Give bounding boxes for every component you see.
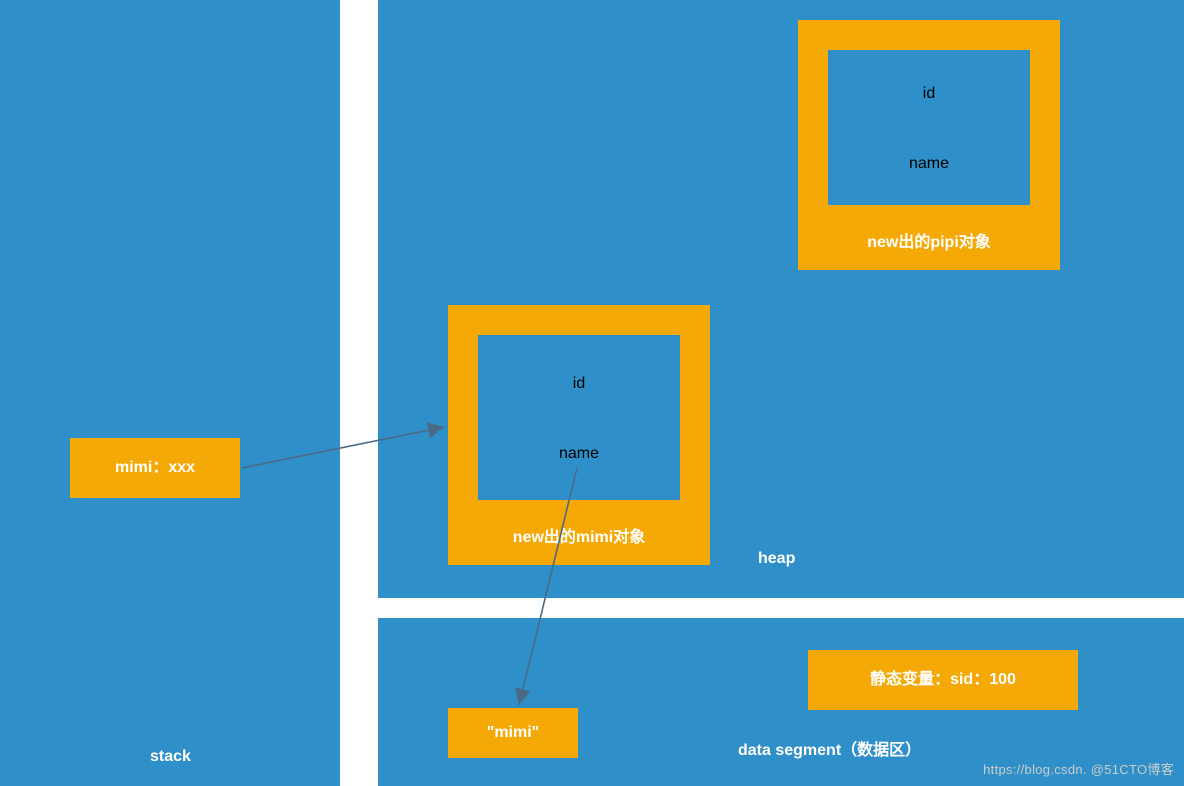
watermark: https://blog.csdn. @51CTO博客 (983, 759, 1174, 778)
mimi-field-name: name (478, 445, 680, 463)
heap-label: heap (758, 550, 795, 568)
data-segment-label: data segment（数据区） (738, 736, 921, 760)
string-literal-text: "mimi" (487, 724, 540, 741)
stack-var-label: mimi：xxx (115, 459, 195, 476)
static-var: 静态变量：sid：100 (808, 650, 1078, 710)
heap-obj-mimi: id name new出的mimi对象 (448, 305, 710, 565)
pipi-field-name: name (828, 155, 1030, 173)
mimi-inner: id name (478, 335, 680, 500)
pipi-inner: id name (828, 50, 1030, 205)
string-literal: "mimi" (448, 708, 578, 758)
heap-obj-pipi: id name new出的pipi对象 (798, 20, 1060, 270)
static-var-text: 静态变量：sid：100 (870, 671, 1016, 688)
stack-region: mimi：xxx stack (0, 0, 340, 786)
pipi-field-id: id (828, 85, 1030, 103)
pipi-title: new出的pipi对象 (798, 228, 1060, 252)
stack-var-mimi: mimi：xxx (70, 438, 240, 498)
mimi-title: new出的mimi对象 (448, 523, 710, 547)
stack-label: stack (150, 748, 191, 766)
heap-region: id name new出的pipi对象 id name new出的mimi对象 … (378, 0, 1184, 598)
mimi-field-id: id (478, 375, 680, 393)
